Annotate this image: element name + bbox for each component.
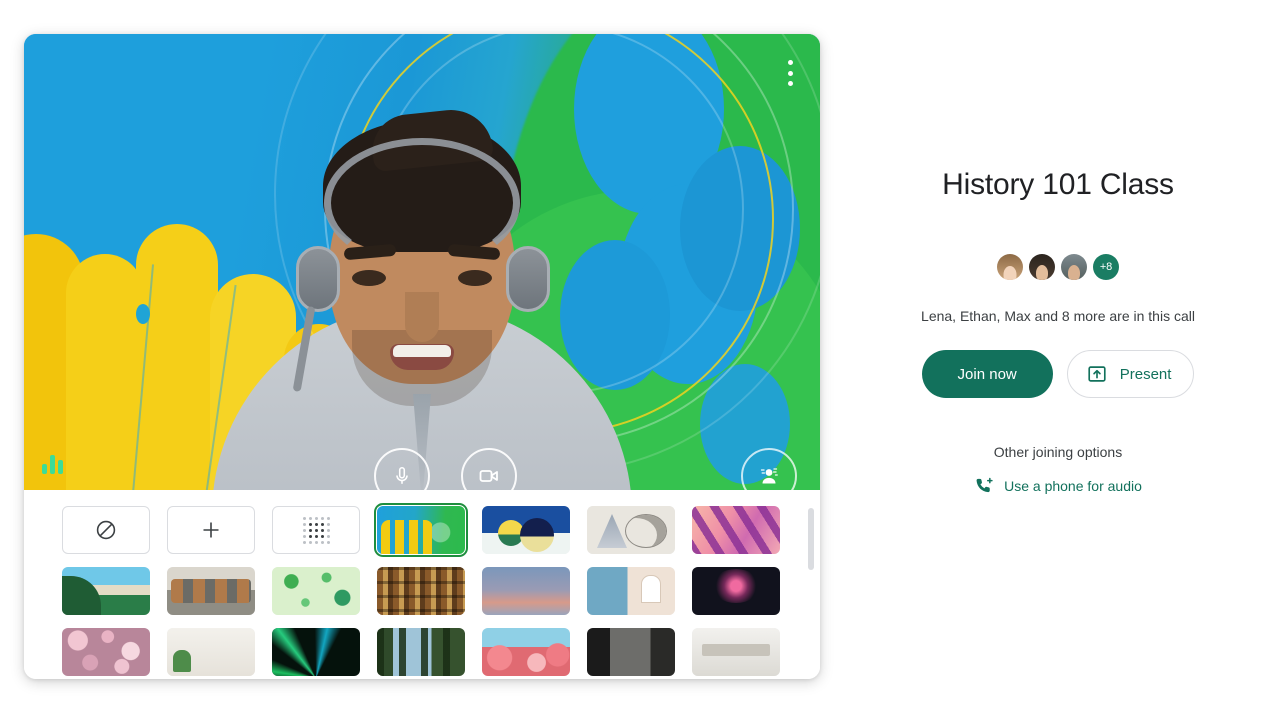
participants-summary: Lena, Ethan, Max and 8 more are in this … — [921, 308, 1195, 324]
meeting-title: History 101 Class — [942, 168, 1174, 201]
background-tile-blur[interactable] — [272, 506, 360, 554]
join-now-button[interactable]: Join now — [921, 350, 1053, 398]
blur-dots-icon — [302, 516, 330, 544]
background-thumbnail — [482, 506, 570, 554]
background-tile-abstract-1[interactable] — [374, 503, 468, 557]
backgrounds-scrollbar-thumb[interactable] — [808, 508, 814, 570]
meeting-join-screen: History 101 Class +8 Lena, Ethan, Max an… — [0, 0, 1280, 720]
background-tile-blossom[interactable] — [62, 628, 150, 676]
background-thumbnail — [272, 567, 360, 615]
background-tile-add-image[interactable] — [167, 506, 255, 554]
background-thumbnail — [482, 628, 570, 676]
background-thumbnail — [272, 628, 360, 676]
background-tile-abstract-3[interactable] — [587, 506, 675, 554]
self-view-person — [24, 34, 820, 490]
background-thumbnail — [377, 628, 465, 676]
background-thumbnail — [62, 567, 150, 615]
background-thumbnail — [167, 628, 255, 676]
background-tile-no-effect[interactable] — [62, 506, 150, 554]
background-tile-beach[interactable] — [62, 567, 150, 615]
join-actions: Join now Present — [921, 350, 1195, 398]
backgrounds-scrollbar-track — [808, 500, 814, 670]
background-thumbnail — [587, 567, 675, 615]
background-tile-green-pattern[interactable] — [272, 567, 360, 615]
background-tile-kitchen[interactable] — [692, 628, 780, 676]
background-thumbnail — [482, 567, 570, 615]
background-tile-interior[interactable] — [167, 628, 255, 676]
backgrounds-grid — [24, 490, 820, 676]
background-thumbnail — [377, 567, 465, 615]
background-thumbnail — [692, 628, 780, 676]
more-options-icon[interactable] — [778, 56, 802, 90]
background-tile-horses[interactable] — [167, 567, 255, 615]
use-phone-for-audio-link[interactable]: Use a phone for audio — [974, 476, 1142, 496]
video-camera-icon — [479, 470, 498, 482]
background-tile-fireworks[interactable] — [692, 567, 780, 615]
background-tile-dark-room[interactable] — [587, 628, 675, 676]
join-panel: History 101 Class +8 Lena, Ethan, Max an… — [860, 34, 1256, 679]
background-tile-abstract-4[interactable] — [692, 506, 780, 554]
avatar — [997, 254, 1023, 280]
backgrounds-panel — [24, 490, 820, 679]
participant-avatars: +8 — [997, 254, 1119, 280]
phone-add-icon — [976, 477, 993, 493]
background-tile-sunset[interactable] — [482, 567, 570, 615]
avatar-overflow-badge: +8 — [1093, 254, 1119, 280]
avatar — [1029, 254, 1055, 280]
audio-level-icon — [42, 454, 63, 474]
video-preview-window — [24, 34, 820, 679]
background-thumbnail — [692, 567, 780, 615]
background-tile-flowers[interactable] — [482, 628, 570, 676]
microphone-icon — [396, 466, 408, 484]
background-tile-coast[interactable] — [587, 567, 675, 615]
background-thumbnail — [62, 628, 150, 676]
avatar — [1061, 254, 1087, 280]
video-preview-stage — [24, 34, 820, 490]
background-tile-forest[interactable] — [377, 628, 465, 676]
background-thumbnail — [377, 506, 465, 554]
present-button-label: Present — [1119, 365, 1172, 383]
background-thumbnail — [587, 506, 675, 554]
plus-icon — [203, 522, 219, 538]
no-effect-icon — [96, 520, 116, 540]
present-screen-icon — [1088, 366, 1106, 382]
background-thumbnail — [587, 628, 675, 676]
background-tile-green-light[interactable] — [272, 628, 360, 676]
other-joining-options-label: Other joining options — [993, 444, 1123, 460]
use-phone-for-audio-label: Use a phone for audio — [1004, 478, 1142, 494]
background-tile-bookshelf[interactable] — [377, 567, 465, 615]
background-thumbnail — [167, 567, 255, 615]
present-button[interactable]: Present — [1066, 350, 1195, 398]
background-thumbnail — [692, 506, 780, 554]
background-tile-abstract-2[interactable] — [482, 506, 570, 554]
effects-person-icon — [760, 468, 778, 484]
